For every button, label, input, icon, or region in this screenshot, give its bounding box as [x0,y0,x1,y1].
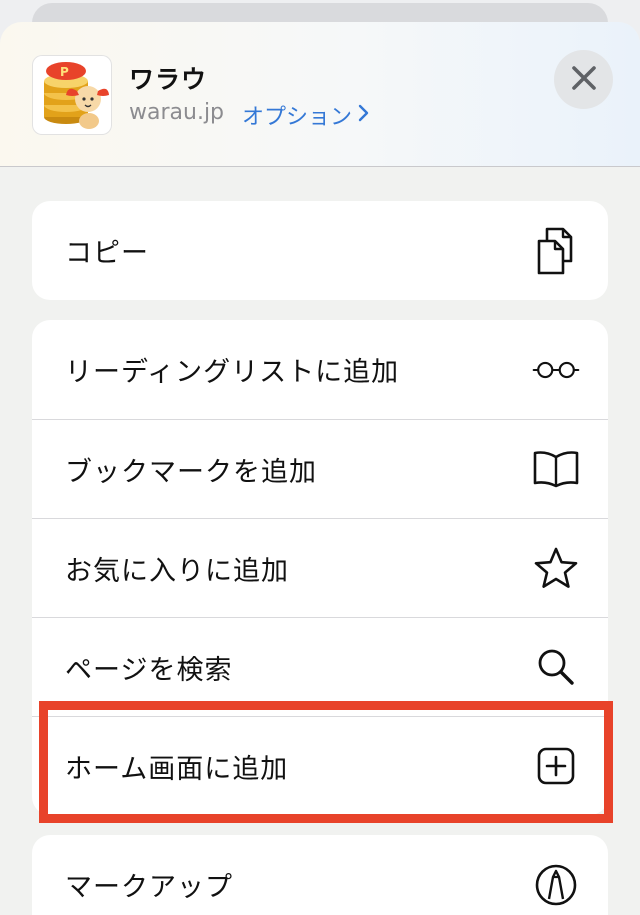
find-on-page-action[interactable]: ページを検索 [32,617,608,716]
add-to-home-screen-action[interactable]: ホーム画面に追加 [32,716,608,815]
reading-list-label: リーディングリストに追加 [65,357,400,388]
share-sheet-header: P ワラウ warau.jp オプション [0,22,640,167]
add-to-home-label: ホーム画面に追加 [65,753,289,785]
markup-action[interactable]: マークアップ [32,835,608,915]
favorites-label: お気に入りに追加 [65,555,289,587]
app-icon: P [32,55,112,135]
options-label: オプション [242,105,353,130]
add-to-reading-list-action[interactable]: リーディングリストに追加 [32,320,608,419]
star-icon [532,544,580,592]
share-sheet: P ワラウ warau.jp オプション コピー リーディングリストに追加 ブッ… [0,22,640,915]
svg-text:P: P [60,65,69,79]
markup-label: マークアップ [65,872,233,903]
book-icon [532,445,580,493]
actions-group: リーディングリストに追加 ブックマークを追加 お気に入りに追加 ページを検索 ホ… [32,320,608,815]
add-favorite-action[interactable]: お気に入りに追加 [32,518,608,617]
magnifier-icon [532,643,580,691]
bookmark-label: ブックマークを追加 [65,456,317,488]
copy-group: コピー [32,201,608,300]
copy-label: コピー [65,238,149,269]
copy-action[interactable]: コピー [32,201,608,300]
close-button[interactable] [554,50,613,109]
app-url: warau.jp [129,100,225,125]
glasses-icon [532,346,580,394]
options-link[interactable]: オプション [242,99,370,131]
app-name: ワラウ [129,65,208,94]
chevron-right-icon [358,103,370,128]
markup-pen-icon [532,861,580,909]
add-bookmark-action[interactable]: ブックマークを追加 [32,419,608,518]
share-sheet-screen: P ワラウ warau.jp オプション コピー リーディングリストに追加 ブッ… [0,0,640,915]
plus-square-icon [532,742,580,790]
markup-group: マークアップ [32,835,608,915]
find-on-page-label: ページを検索 [65,654,233,686]
copy-icon [532,227,580,275]
close-icon [571,65,597,95]
